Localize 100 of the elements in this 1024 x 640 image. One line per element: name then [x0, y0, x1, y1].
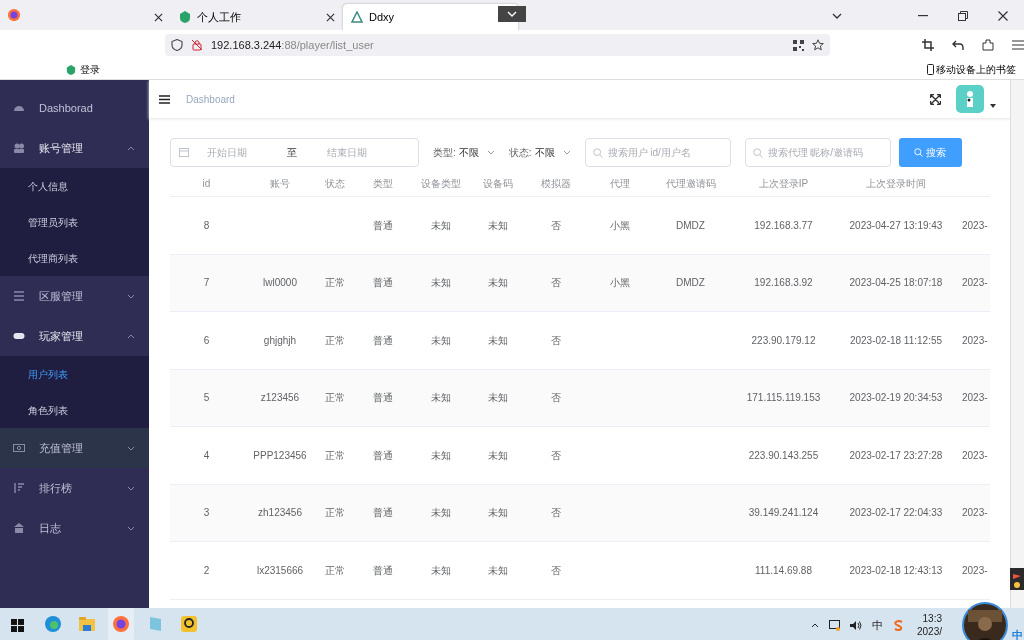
submenu-item[interactable]: 用户列表 [0, 356, 149, 392]
table-cell-text: 2023-02-18 12:43:13 [849, 563, 943, 578]
search-icon [752, 147, 763, 158]
table-cell-text: 正常 [324, 448, 345, 463]
table-cell-text: 未知 [487, 333, 508, 348]
table-row[interactable]: 3 zh123456 正常 普通 未知 未知 否 39.149.241.124 2023-02-17 22:04:33 2023- [170, 484, 990, 542]
money-icon [13, 442, 25, 454]
table-cell-text: 2 [203, 563, 210, 578]
table-cell-text: 未知 [487, 218, 508, 233]
select-label: 状态: [508, 145, 532, 160]
restore-icon[interactable] [958, 11, 968, 21]
menu-item[interactable]: 排行榜 [0, 468, 149, 508]
table-row[interactable]: 7 lwl0000 正常 普通 未知 未知 否 小黑 DMDZ 192.168.3.92 2023-04-25 18:07:18 2023- [170, 254, 990, 312]
table-cell-text: 未知 [487, 506, 508, 521]
table-cell-text: 2023- [962, 333, 988, 348]
browser-tab[interactable]: 个人工作 [171, 4, 343, 30]
clock-date[interactable]: 2023/ [916, 625, 942, 638]
date-input[interactable]: 开始日期 [207, 144, 287, 160]
extensions-icon[interactable] [982, 39, 994, 51]
table-cell-text: 192.168.3.92 [754, 276, 813, 291]
table-cell-text: z123456 [260, 391, 300, 406]
table-cell-text: zh123456 [258, 506, 302, 521]
windows-icon[interactable] [11, 618, 24, 632]
table-cell-text: 普通 [372, 506, 393, 521]
caret-down-icon[interactable] [990, 104, 996, 108]
table-row[interactable]: 5 z123456 正常 普通 未知 未知 否 171.115.119.153 2023-02-19 20:34:53 2023- [170, 369, 990, 427]
clock-time[interactable]: 13:3 [922, 612, 942, 625]
menu-item[interactable]: 充值管理 [0, 428, 149, 468]
menu-item[interactable]: 日志 [0, 508, 149, 548]
bookmark-item[interactable]: 登录 [66, 62, 100, 77]
submenu-item[interactable]: 代理商列表 [0, 240, 149, 276]
search-field[interactable]: 搜索代理 昵称/邀请码 [744, 137, 891, 167]
range-separator: 至 [287, 145, 298, 160]
date-range-field[interactable]: 开始日期 至 结束日期 [170, 137, 419, 167]
notification-flag-icon[interactable] [1010, 568, 1024, 590]
calendar-icon [179, 147, 189, 157]
table-cell-text: lwl0000 [263, 276, 297, 291]
minimize-icon[interactable] [918, 15, 928, 17]
gamepad-icon [13, 330, 25, 342]
table-cell-text: DMDZ [676, 218, 705, 233]
table-cell-text: 2023-02-17 22:04:33 [849, 506, 943, 521]
table-cell-text: 未知 [431, 333, 451, 348]
select-field[interactable]: 类型: 不限 [433, 144, 495, 160]
close-icon[interactable] [326, 12, 335, 22]
table-cell-text: 2023-02-19 20:34:53 [849, 391, 943, 406]
search-icon [914, 147, 924, 157]
table-cell-text: 未知 [487, 563, 508, 578]
chevron-up-icon[interactable] [811, 622, 819, 628]
table-cell-text: 否 [550, 218, 561, 233]
menu-item[interactable]: Dashborad [0, 88, 149, 128]
close-icon[interactable] [154, 12, 163, 22]
submenu-item[interactable]: 个人信息 [0, 168, 149, 204]
table-cell-text: 2023- [962, 276, 988, 291]
tab-list-button[interactable] [498, 6, 526, 22]
scrollbar[interactable] [1010, 80, 1024, 608]
address-bar[interactable]: 192.168.3.244:88/player/list_user [165, 34, 830, 56]
menu-item[interactable]: 玩家管理 [0, 316, 149, 356]
table-cell-text: 未知 [431, 563, 451, 578]
search-field[interactable]: 搜索用户 id/用户名 [584, 137, 731, 167]
chevron-down-icon [486, 149, 495, 155]
table-cell-text: 7 [203, 276, 210, 291]
browser-tab[interactable]: Ddxy [343, 4, 518, 30]
star-icon[interactable] [812, 39, 824, 51]
table-cell-text: 2023-02-17 23:27:28 [849, 448, 943, 463]
folder-icon [78, 615, 96, 633]
select-field[interactable]: 状态: 不限 [508, 144, 571, 160]
table-cell-text: 未知 [431, 276, 451, 291]
network-icon[interactable] [829, 619, 840, 631]
chevron-down-icon[interactable] [832, 13, 842, 19]
table-cell-text: lx2315666 [256, 563, 304, 578]
menu-item[interactable]: 账号管理 [0, 128, 149, 168]
bookmark-item[interactable]: 移动设备上的书签 [927, 62, 1016, 77]
users-icon [13, 142, 25, 154]
table-cell-text: 2023-04-25 18:07:18 [849, 276, 943, 291]
submenu-item[interactable]: 管理员列表 [0, 204, 149, 240]
select-label: 类型: [433, 145, 456, 160]
table-cell-text: 否 [550, 333, 561, 348]
table-cell-text: 普通 [372, 448, 393, 463]
ime-indicator[interactable]: 中 [872, 616, 883, 634]
table-cell-text: 正常 [324, 506, 345, 521]
sort-icon [13, 482, 25, 494]
tab-title: 个人工作 [197, 9, 242, 25]
close-icon[interactable] [998, 11, 1008, 21]
shield-icon [179, 11, 191, 23]
menu-icon[interactable] [159, 94, 170, 104]
table-cell-text: 未知 [431, 218, 451, 233]
submenu-item[interactable]: 角色列表 [0, 392, 149, 428]
crop-icon[interactable] [922, 39, 934, 51]
fullscreen-icon[interactable] [930, 93, 941, 105]
firefox-icon [112, 615, 130, 633]
date-input[interactable]: 结束日期 [327, 144, 407, 160]
undo-icon[interactable] [952, 39, 964, 51]
table-cell-text: 192.168.3.77 [754, 218, 813, 233]
table-cell-text: ghjghjh [263, 333, 297, 348]
firefox-icon[interactable] [7, 8, 21, 22]
volume-icon[interactable] [850, 619, 862, 631]
table-cell-text: 正常 [324, 391, 345, 406]
qr-code-icon[interactable] [793, 39, 804, 51]
menu-item[interactable]: 区服管理 [0, 276, 149, 316]
table-cell-text: 否 [550, 448, 561, 463]
